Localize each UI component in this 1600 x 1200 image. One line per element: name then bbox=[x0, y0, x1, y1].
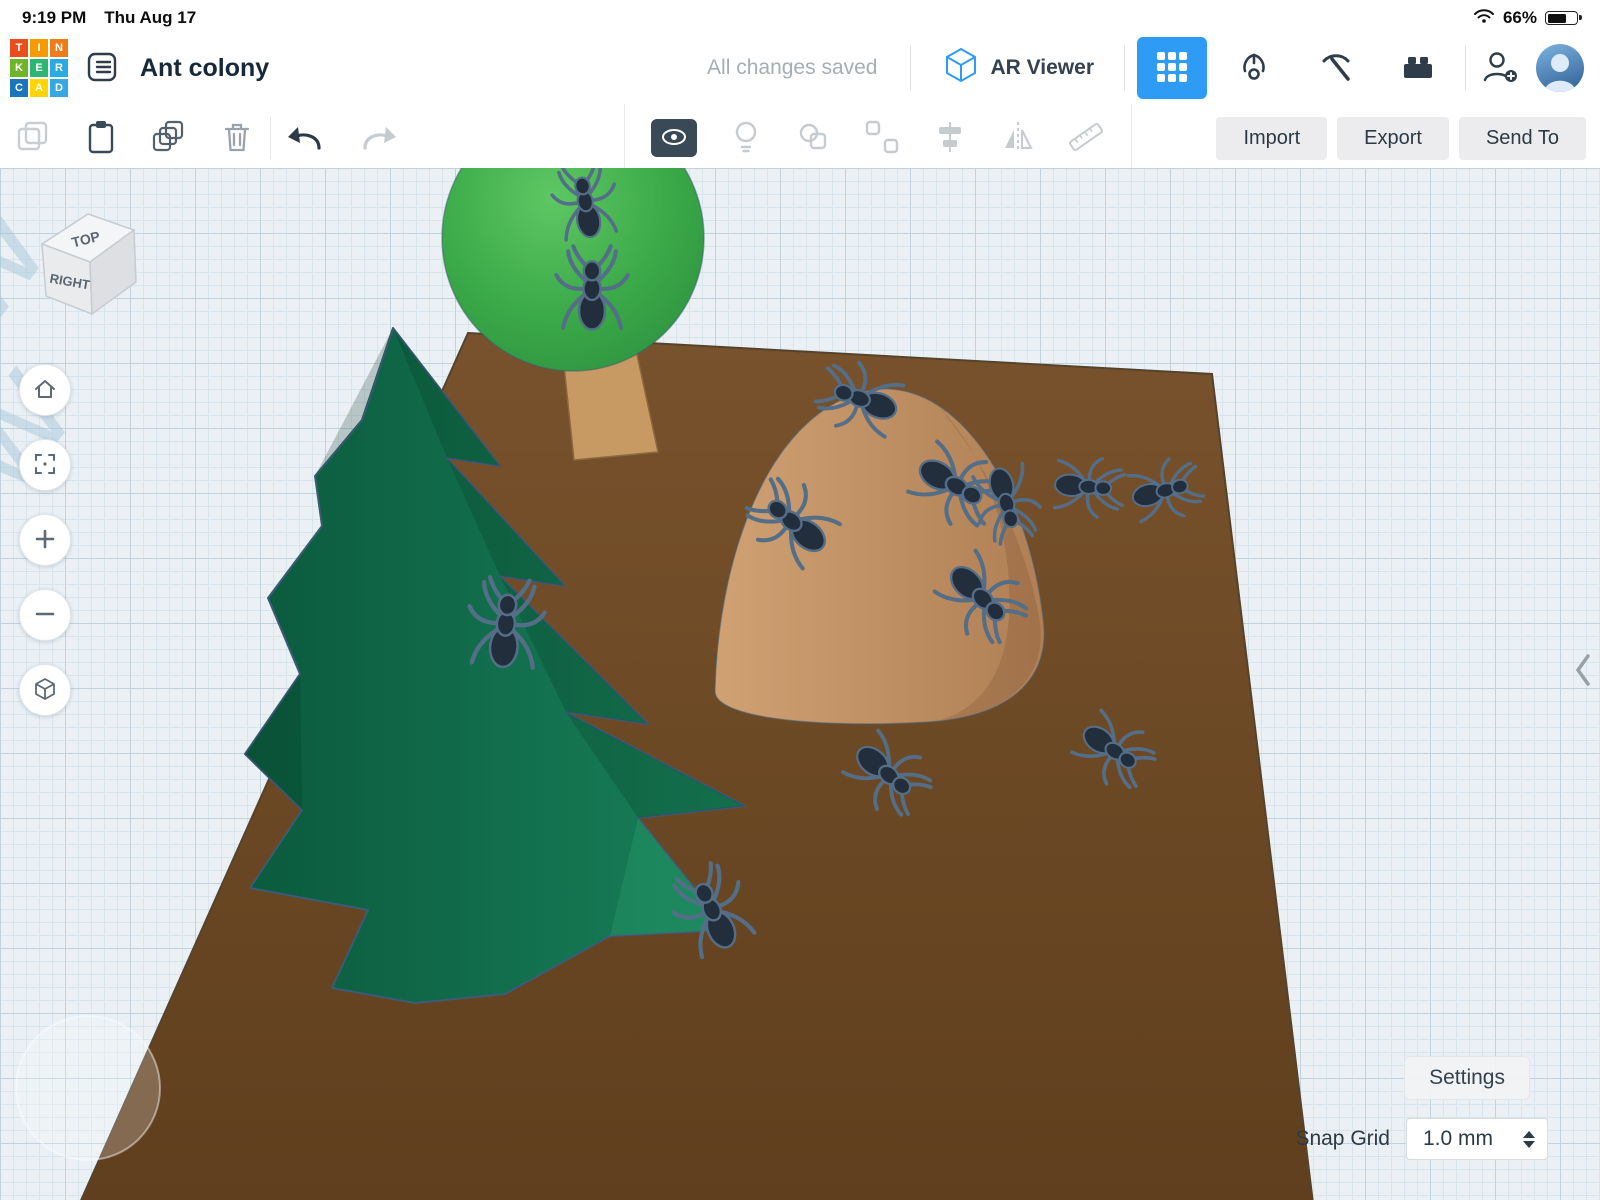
list-icon bbox=[85, 50, 119, 87]
wifi-icon bbox=[1473, 8, 1495, 29]
show-hide-button[interactable] bbox=[651, 119, 697, 157]
logo-tile: T bbox=[10, 39, 28, 57]
snap-grid-value: 1.0 mm bbox=[1423, 1127, 1494, 1150]
mirror-icon bbox=[999, 118, 1037, 159]
tinkercad-app: 9:19 PM Thu Aug 17 66% TINKERCAD Ant col… bbox=[0, 0, 1600, 1200]
save-status: All changes saved bbox=[707, 56, 878, 79]
logo-tile: C bbox=[10, 79, 28, 97]
delete-button[interactable] bbox=[218, 118, 256, 159]
collapse-panel-button[interactable] bbox=[1568, 646, 1598, 697]
paste-button[interactable] bbox=[82, 118, 120, 159]
duplicate-icon bbox=[150, 118, 188, 159]
logo-tile: D bbox=[50, 79, 68, 97]
view-cube[interactable]: TOP RIGHT bbox=[30, 202, 142, 325]
add-collaborator-button[interactable] bbox=[1478, 46, 1522, 90]
perspective-toggle-button[interactable] bbox=[19, 664, 71, 716]
avatar-person-icon bbox=[1536, 54, 1584, 92]
design-menu-button[interactable] bbox=[80, 46, 124, 90]
logo-tile: N bbox=[50, 39, 68, 57]
status-bar: 9:19 PM Thu Aug 17 66% bbox=[0, 0, 1600, 32]
ruler-button[interactable] bbox=[1067, 118, 1105, 159]
home-view-button[interactable] bbox=[19, 364, 71, 416]
snap-grid-select[interactable]: 1.0 mm bbox=[1406, 1118, 1548, 1160]
snap-grid-control: Snap Grid 1.0 mm bbox=[1295, 1118, 1548, 1160]
send-to-button[interactable]: Send To bbox=[1458, 116, 1586, 160]
snap-grid-label: Snap Grid bbox=[1295, 1127, 1390, 1150]
plus-icon bbox=[32, 526, 58, 555]
profile-avatar[interactable] bbox=[1536, 44, 1584, 92]
minus-icon bbox=[32, 601, 58, 630]
pickaxe-icon bbox=[1317, 48, 1355, 89]
object-tools-group bbox=[624, 104, 1132, 172]
fit-view-button[interactable] bbox=[19, 439, 71, 491]
logo-tile: A bbox=[30, 79, 48, 97]
person-add-icon bbox=[1480, 47, 1520, 90]
battery-icon bbox=[1545, 11, 1582, 25]
status-date: Thu Aug 17 bbox=[104, 8, 197, 27]
tinkercad-logo[interactable]: TIN KER CAD bbox=[10, 39, 68, 97]
logo-tile: E bbox=[30, 59, 48, 77]
redo-icon bbox=[357, 118, 399, 159]
edit-toolbar: Import Export Send To bbox=[0, 104, 1600, 173]
orbit-indicator[interactable] bbox=[15, 1015, 161, 1161]
align-button[interactable] bbox=[931, 118, 969, 159]
settings-button[interactable]: Settings bbox=[1404, 1056, 1530, 1100]
header-separator bbox=[909, 45, 911, 91]
trash-icon bbox=[218, 118, 256, 159]
ungroup-icon bbox=[863, 118, 901, 159]
undo-button[interactable] bbox=[285, 118, 327, 159]
eye-icon bbox=[659, 122, 689, 155]
light-button[interactable] bbox=[727, 118, 765, 159]
ruler-icon bbox=[1067, 118, 1105, 159]
duplicate-button[interactable] bbox=[150, 118, 188, 159]
viewport[interactable]: w w TOP RIGHT Settings Snap Grid 1.0 mm bbox=[0, 168, 1600, 1200]
hand-tool-button[interactable] bbox=[1219, 37, 1289, 99]
lego-bricks-button[interactable] bbox=[1383, 37, 1453, 99]
zoom-in-button[interactable] bbox=[19, 514, 71, 566]
import-button[interactable]: Import bbox=[1216, 116, 1328, 160]
ar-viewer-label: AR Viewer bbox=[990, 56, 1095, 79]
lightbulb-icon bbox=[727, 118, 765, 159]
home-icon bbox=[32, 376, 58, 405]
redo-button[interactable] bbox=[357, 118, 399, 159]
group-button[interactable] bbox=[795, 118, 833, 159]
fit-view-icon bbox=[32, 451, 58, 480]
logo-tile: K bbox=[10, 59, 28, 77]
scene-3d[interactable]: w w bbox=[0, 168, 1600, 1200]
chevron-left-icon bbox=[1572, 654, 1594, 693]
stepper-caret-icon bbox=[1523, 1130, 1535, 1148]
header-separator bbox=[1465, 45, 1466, 91]
brick-icon bbox=[1399, 48, 1437, 89]
undo-icon bbox=[285, 118, 327, 159]
shapes-grid-icon bbox=[1155, 50, 1189, 87]
ar-cube-icon bbox=[941, 45, 981, 91]
group-icon bbox=[795, 118, 833, 159]
basic-shapes-button[interactable] bbox=[1137, 37, 1207, 99]
design-title[interactable]: Ant colony bbox=[140, 54, 269, 83]
app-header: TIN KER CAD Ant colony All changes saved A… bbox=[0, 32, 1600, 104]
paste-icon bbox=[82, 118, 120, 159]
view-controls bbox=[19, 364, 71, 716]
perspective-cube-icon bbox=[32, 676, 58, 705]
header-separator bbox=[1124, 45, 1125, 91]
copy-icon bbox=[14, 118, 52, 159]
battery-percent: 66% bbox=[1502, 8, 1537, 27]
ungroup-button[interactable] bbox=[863, 118, 901, 159]
ar-viewer-button[interactable]: AR Viewer bbox=[923, 45, 1113, 91]
status-time: 9:19 PM bbox=[22, 8, 87, 27]
claw-hand-icon bbox=[1235, 48, 1273, 89]
toolbar-separator bbox=[270, 117, 271, 159]
copy-button[interactable] bbox=[14, 118, 52, 159]
align-icon bbox=[931, 118, 969, 159]
logo-tile: R bbox=[50, 59, 68, 77]
logo-tile: I bbox=[30, 39, 48, 57]
mirror-button[interactable] bbox=[999, 118, 1037, 159]
export-button[interactable]: Export bbox=[1337, 116, 1449, 160]
zoom-out-button[interactable] bbox=[19, 589, 71, 641]
minecraft-blocks-button[interactable] bbox=[1301, 37, 1371, 99]
